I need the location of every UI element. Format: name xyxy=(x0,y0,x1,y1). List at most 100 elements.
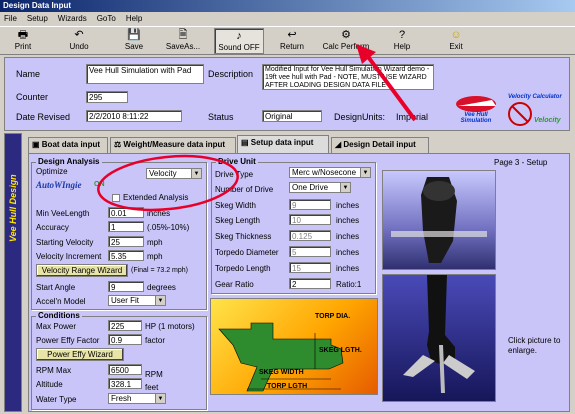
menu-setup[interactable]: Setup xyxy=(27,14,48,23)
click-to-enlarge-text: Click picture to enlarge. xyxy=(508,336,561,355)
skeg-thickness-field[interactable]: 0.125 xyxy=(289,230,331,241)
help-button[interactable]: ? Help xyxy=(388,28,416,54)
start-angle-field[interactable]: 9 xyxy=(108,281,144,292)
tab-weight-measure[interactable]: ⚖ Weight/Measure data input xyxy=(110,137,236,153)
tab-design-detail[interactable]: ◢ Design Detail input xyxy=(331,137,429,153)
power-effy-field[interactable]: 0.9 xyxy=(108,334,142,345)
vee-hull-design-strip: Vee Hull Design xyxy=(4,133,22,412)
menu-file[interactable]: File xyxy=(4,14,17,23)
status-label: Status xyxy=(208,112,234,122)
max-power-field[interactable]: 225 xyxy=(108,320,142,331)
start-angle-unit: degrees xyxy=(147,283,176,292)
drive-type-label: Drive Type xyxy=(215,170,254,179)
accuracy-field[interactable]: 1 xyxy=(108,221,144,232)
menu-help[interactable]: Help xyxy=(126,14,142,23)
accuracy-label: Accuracy xyxy=(36,223,69,232)
vee-hull-simulation-logo[interactable]: Vee Hull Simulation xyxy=(452,86,500,124)
min-vee-length-field[interactable]: 0.01 xyxy=(108,207,144,218)
name-label: Name xyxy=(16,69,41,79)
water-type-label: Water Type xyxy=(36,395,77,404)
torpedo-length-field[interactable]: 15 xyxy=(289,262,331,273)
skeg-width-diagram-label: SKEG WIDTH xyxy=(259,369,304,376)
calc-perform-button[interactable]: ⚙ Calc Perform xyxy=(320,28,372,54)
save-as-icon: 🗎 xyxy=(178,29,188,41)
sound-off-button[interactable]: ♪ Sound OFF xyxy=(214,28,264,54)
min-vee-length-label: Min VeeLength xyxy=(36,209,90,218)
exit-icon: ☺ xyxy=(450,29,462,41)
date-revised-field[interactable]: 2/2/2010 8:11:22 xyxy=(86,110,182,122)
print-button[interactable]: 🖶 Print xyxy=(4,28,42,54)
torpedo-length-label: Torpedo Length xyxy=(215,264,271,273)
power-effy-unit: factor xyxy=(145,336,166,345)
name-field[interactable]: Vee Hull Simulation with Pad xyxy=(86,64,204,84)
status-field[interactable]: Original xyxy=(262,110,322,122)
conditions-title: Conditions xyxy=(36,311,82,320)
number-of-drive-select[interactable]: One Drive xyxy=(289,182,351,193)
rpm-max-label: RPM Max xyxy=(36,366,72,375)
help-icon: ? xyxy=(398,29,406,41)
power-effy-wizard-button[interactable]: Power Effy Wizard xyxy=(36,348,124,361)
tab-boat-data[interactable]: ▣ Boat data input xyxy=(28,137,108,153)
skeg-length-label: Skeg Length xyxy=(215,216,260,225)
power-effy-label: Power Effy Factor xyxy=(36,336,100,345)
weight-icon: ⚖ xyxy=(114,140,124,149)
drive-unit-title: Drive Unit xyxy=(216,157,258,166)
design-units-label: DesignUnits: xyxy=(334,112,386,122)
rpm-max-field[interactable]: 6500 xyxy=(108,364,142,375)
toolbar: 🖶 Print ↶ Undo 💾 Save 🗎 SaveAs... ♪ Sound OFF… xyxy=(0,26,575,55)
starting-velocity-field[interactable]: 25 xyxy=(108,236,144,247)
skeg-thickness-unit: inches xyxy=(336,232,360,241)
exit-button[interactable]: ☺ Exit xyxy=(442,28,470,54)
gear-ratio-field[interactable]: 2 xyxy=(289,278,331,289)
altitude-field[interactable]: 328.1 xyxy=(108,378,142,389)
menu-wizards[interactable]: Wizards xyxy=(58,14,87,23)
save-as-button[interactable]: 🗎 SaveAs... xyxy=(160,28,206,54)
water-type-select[interactable]: Fresh xyxy=(108,393,166,404)
starting-velocity-unit: mph xyxy=(147,238,163,247)
torpedo-diameter-unit: inches xyxy=(336,248,360,257)
torpedo-diameter-field[interactable]: 5 xyxy=(289,246,331,257)
date-revised-label: Date Revised xyxy=(16,112,71,122)
velocity-increment-label: Velocity Increment xyxy=(36,252,102,261)
torp-lgth-label: TORP LGTH xyxy=(267,383,308,390)
counter-field[interactable]: 295 xyxy=(86,91,128,103)
return-button[interactable]: ↩ Return xyxy=(274,28,310,54)
accel-model-select[interactable]: User Fit xyxy=(108,295,166,306)
printer-icon: 🖶 xyxy=(17,29,29,41)
velocity-range-wizard-button[interactable]: Velocity Range Wizard xyxy=(36,264,128,277)
outboard-drive-icon xyxy=(391,177,487,263)
starting-velocity-label: Starting Velocity xyxy=(36,238,94,247)
velocity-increment-field[interactable]: 5.35 xyxy=(108,250,144,261)
sound-icon: ♪ xyxy=(236,30,242,42)
description-field[interactable]: Modified Input for Vee Hull Simulation W… xyxy=(262,64,434,90)
undo-button[interactable]: ↶ Undo xyxy=(62,28,96,54)
min-vee-length-unit: inches xyxy=(147,209,171,218)
gear-ratio-label: Gear Ratio xyxy=(215,280,254,289)
velocity-calculator-logo[interactable]: Velocity Velocity Calculator xyxy=(504,94,566,128)
setup-icon: ▤ xyxy=(241,138,251,147)
boat-icon: ▣ xyxy=(32,140,42,149)
optimize-label: Optimize xyxy=(36,167,68,176)
save-button[interactable]: 💾 Save xyxy=(118,28,150,54)
altitude-unit: feet xyxy=(145,383,159,392)
window-title: Design Data Input xyxy=(0,0,575,12)
optimize-select[interactable]: Velocity xyxy=(146,168,202,179)
menu-goto[interactable]: GoTo xyxy=(97,14,116,23)
drive-unit-diagram[interactable]: TORP DIA. SKEG LGTH. SKEG WIDTH TORP LGT… xyxy=(210,298,378,395)
skeg-width-field[interactable]: 9 xyxy=(289,199,331,210)
velocity-increment-unit: mph xyxy=(147,252,163,261)
drive-type-select[interactable]: Merc w/Nosecone xyxy=(289,167,371,178)
altitude-label: Altitude xyxy=(36,380,63,389)
propeller-drive-icon xyxy=(403,275,475,393)
page-label: Page 3 - Setup xyxy=(494,158,548,167)
extended-analysis-checkbox[interactable] xyxy=(112,194,120,202)
design-units-value: Imperial xyxy=(396,112,429,122)
boat-underwater-photo[interactable] xyxy=(382,274,496,402)
tab-setup-data[interactable]: ▤ Setup data input xyxy=(237,135,329,154)
svg-text:Velocity: Velocity xyxy=(534,117,562,124)
autowingie-label: AutoWIngie xyxy=(36,180,82,190)
skeg-length-field[interactable]: 10 xyxy=(289,214,331,225)
skeg-width-label: Skeg Width xyxy=(215,201,256,210)
accuracy-unit: (.05%-10%) xyxy=(147,223,190,232)
boat-drive-photo[interactable] xyxy=(382,170,496,270)
